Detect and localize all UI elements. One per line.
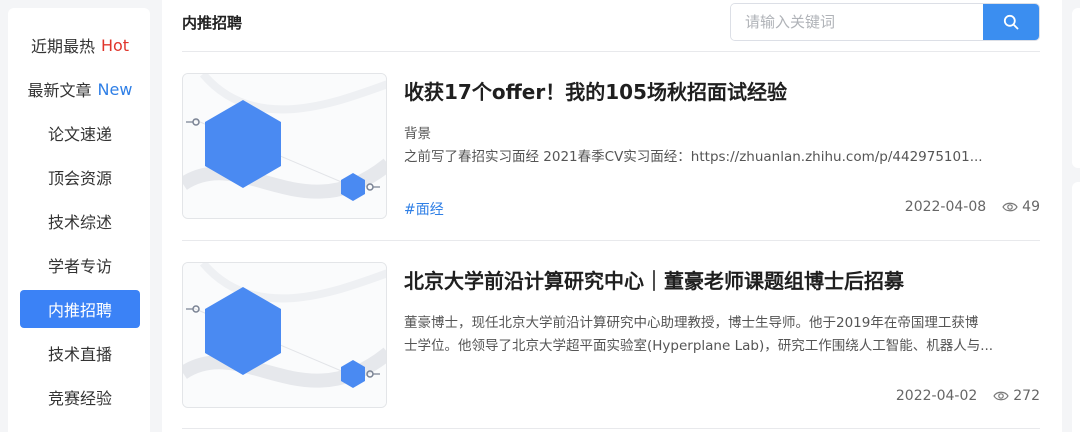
sidebar-item-trending[interactable]: 近期最热 Hot (20, 26, 140, 64)
hexagon-cover-image (183, 263, 386, 407)
right-panel-edge (1072, 182, 1080, 432)
summary-line: 董豪博士，现任北京大学前沿计算研究中心助理教授，博士生导师。他于2019年在帝国… (404, 315, 979, 331)
view-count-value: 49 (1022, 199, 1040, 215)
search-bar (730, 3, 1040, 41)
sidebar-item-label: 学者专访 (47, 257, 112, 276)
article-title[interactable]: 收获17个offer！我的105场秋招面试经验 (404, 76, 787, 105)
search-button[interactable] (983, 4, 1039, 40)
article-summary: 背景 之前写了春招实习面经 2021春季CV实习面经：https://zhuan… (404, 123, 1040, 169)
hot-badge: Hot (100, 35, 130, 55)
sidebar-item-surveys[interactable]: 技术综述 (20, 202, 140, 240)
article-thumbnail (182, 262, 387, 408)
sidebar-item-label: 最新文章 (27, 81, 92, 100)
sidebar-item-papers[interactable]: 论文速递 (20, 114, 140, 152)
article-date: 2022-04-08 (904, 199, 987, 215)
right-panel-edge (1072, 8, 1080, 168)
sidebar-item-label: 近期最热 (30, 37, 95, 56)
header-divider (182, 51, 1040, 52)
sidebar-item-conference[interactable]: 顶会资源 (20, 158, 140, 196)
sidebar-item-live[interactable]: 技术直播 (20, 334, 140, 372)
article-list-panel: 内推招聘 收获17个offer！我 (162, 0, 1062, 432)
new-badge: New (97, 79, 133, 99)
view-count-value: 272 (1013, 388, 1040, 404)
summary-line: 背景 (404, 126, 431, 142)
article-meta: 2022-04-02 272 (896, 388, 1040, 404)
view-count: 272 (993, 388, 1040, 404)
article-card[interactable]: 收获17个offer！我的105场秋招面试经验 背景 之前写了春招实习面经 20… (182, 73, 1040, 223)
eye-icon (993, 391, 1009, 401)
article-tag[interactable]: #面经 (404, 199, 444, 219)
category-sidebar: 近期最热 Hot 最新文章 New 论文速递 顶会资源 技术综述 学者专访 内推… (8, 8, 150, 432)
sidebar-item-latest[interactable]: 最新文章 New (20, 70, 140, 108)
summary-line: 之前写了春招实习面经 2021春季CV实习面经：https://zhuanlan… (404, 149, 983, 165)
summary-line: 士学位。他领导了北京大学超平面实验室(Hyperplane Lab)，研究工作围… (404, 338, 994, 354)
article-summary: 董豪博士，现任北京大学前沿计算研究中心助理教授，博士生导师。他于2019年在帝国… (404, 312, 1040, 358)
sidebar-item-recruiting[interactable]: 内推招聘 (20, 290, 140, 328)
article-title[interactable]: 北京大学前沿计算研究中心｜董豪老师课题组博士后招募 (404, 265, 904, 294)
view-count: 49 (1002, 199, 1040, 215)
sidebar-item-label: 内推招聘 (47, 301, 112, 320)
sidebar-item-interviews[interactable]: 学者专访 (20, 246, 140, 284)
article-meta: 2022-04-08 49 (905, 199, 1040, 215)
search-icon (1003, 14, 1019, 30)
page-title: 内推招聘 (182, 14, 243, 32)
eye-icon (1002, 202, 1018, 212)
article-divider (182, 240, 1040, 241)
article-card[interactable]: 北京大学前沿计算研究中心｜董豪老师课题组博士后招募 董豪博士，现任北京大学前沿计… (182, 262, 1040, 412)
hexagon-cover-image (183, 74, 386, 218)
sidebar-item-label: 技术直播 (47, 345, 112, 364)
article-divider (182, 428, 1040, 429)
sidebar-item-label: 论文速递 (47, 125, 112, 144)
sidebar-item-competitions[interactable]: 竞赛经验 (20, 378, 140, 416)
search-input[interactable] (731, 4, 983, 40)
sidebar-item-label: 竞赛经验 (47, 389, 112, 408)
article-thumbnail (182, 73, 387, 219)
sidebar-item-label: 顶会资源 (47, 169, 112, 188)
article-date: 2022-04-02 (895, 388, 978, 404)
sidebar-item-label: 技术综述 (47, 213, 112, 232)
